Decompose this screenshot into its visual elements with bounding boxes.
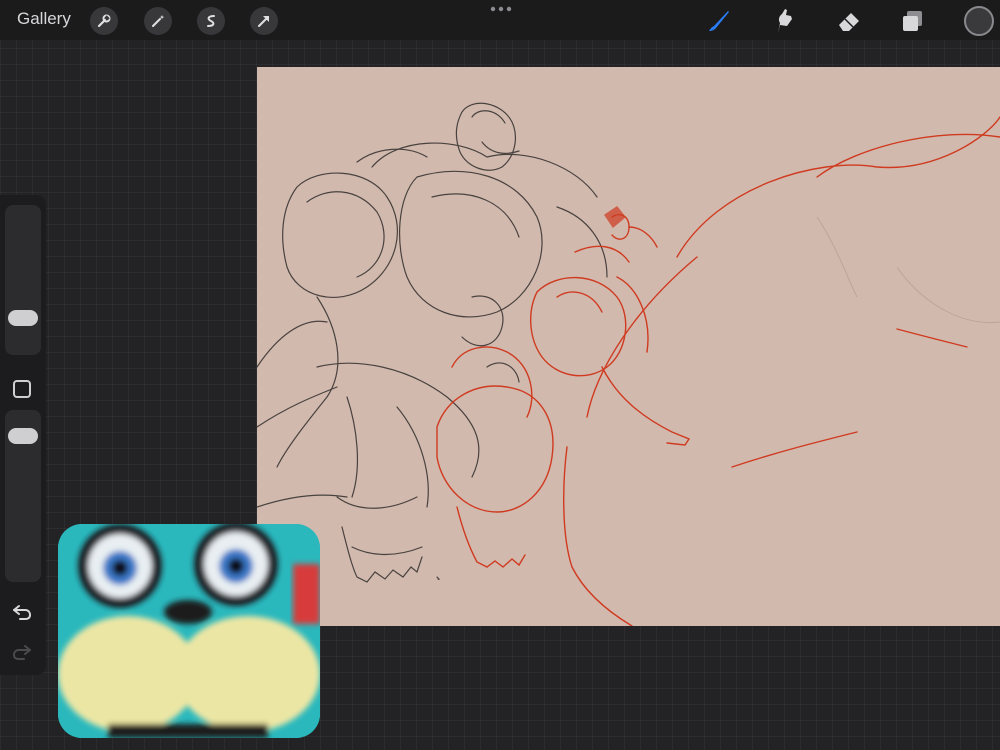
transform-arrow-icon[interactable] bbox=[250, 7, 278, 35]
top-toolbar: Gallery bbox=[0, 0, 1000, 40]
drawing-canvas[interactable] bbox=[257, 67, 1000, 626]
more-options-icon[interactable] bbox=[490, 5, 512, 13]
brush-icon[interactable] bbox=[704, 7, 732, 35]
undo-icon[interactable] bbox=[11, 602, 33, 622]
brush-size-handle[interactable] bbox=[8, 310, 38, 326]
opacity-handle[interactable] bbox=[8, 428, 38, 444]
color-picker-button[interactable] bbox=[964, 6, 994, 36]
facecam-overlay[interactable] bbox=[58, 524, 320, 738]
layers-icon[interactable] bbox=[899, 7, 927, 35]
redo-icon[interactable] bbox=[11, 642, 33, 662]
smudge-icon[interactable] bbox=[770, 7, 798, 35]
eraser-icon[interactable] bbox=[835, 7, 863, 35]
modifier-button[interactable] bbox=[13, 380, 31, 398]
magic-wand-icon[interactable] bbox=[144, 7, 172, 35]
sketch-artwork bbox=[257, 102, 1000, 626]
brush-size-slider[interactable] bbox=[5, 205, 41, 355]
gallery-button[interactable]: Gallery bbox=[17, 9, 71, 29]
selection-icon[interactable] bbox=[197, 7, 225, 35]
facecam-image bbox=[58, 524, 320, 738]
wrench-icon[interactable] bbox=[90, 7, 118, 35]
